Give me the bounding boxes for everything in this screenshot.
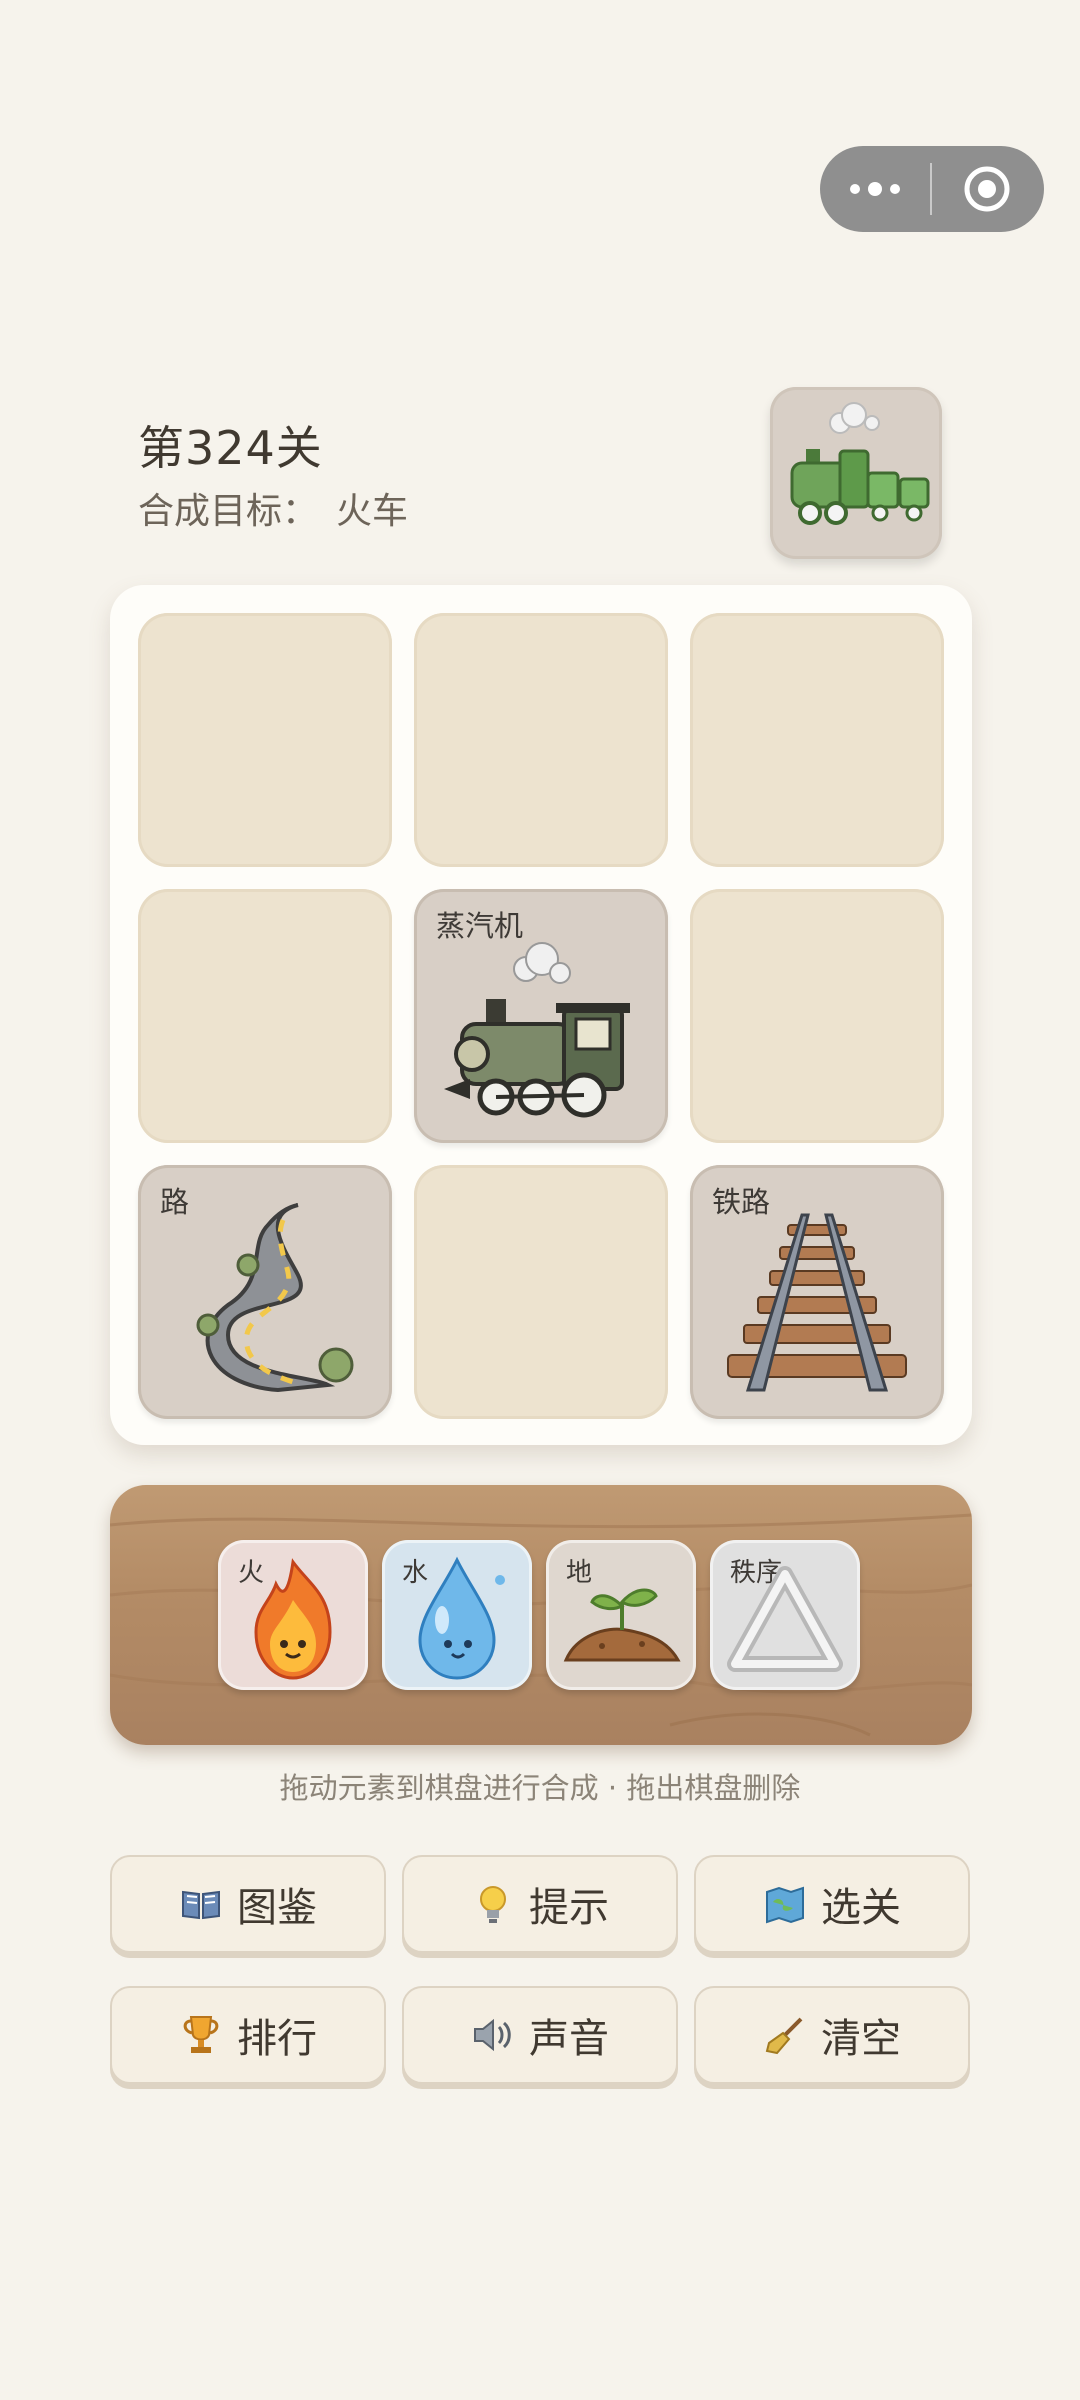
trophy-icon	[179, 2013, 223, 2057]
level-select-button[interactable]: 选关	[694, 1855, 970, 1953]
codex-label: 图鉴	[237, 1885, 317, 1931]
clear-label: 清空	[821, 2016, 901, 2062]
element-earth[interactable]: 地	[546, 1540, 696, 1690]
goal-line: 合成目标： 火车	[138, 482, 408, 534]
level-select-label: 选关	[821, 1885, 901, 1931]
triangle-icon	[727, 1566, 843, 1672]
steam-engine-icon	[444, 942, 630, 1118]
board-cell-4[interactable]	[138, 889, 392, 1143]
more-button[interactable]	[820, 146, 930, 232]
board-cell-1[interactable]	[138, 613, 392, 867]
board-cell-3[interactable]	[690, 613, 944, 867]
element-water[interactable]: 水	[382, 1540, 532, 1690]
goal-value: 火车	[336, 491, 409, 532]
level-title: 第324关	[138, 421, 323, 475]
element-tray: 火 水 地 秩序	[110, 1485, 972, 1745]
board-cell-7[interactable]: 路	[138, 1165, 392, 1419]
map-icon	[763, 1882, 807, 1926]
hint-label: 提示	[529, 1885, 609, 1931]
railway-icon	[727, 1213, 907, 1392]
close-button[interactable]	[932, 146, 1042, 232]
train-icon	[790, 402, 930, 525]
clear-button[interactable]: 清空	[694, 1986, 970, 2084]
hint-button[interactable]: 提示	[402, 1855, 678, 1953]
ranking-button[interactable]: 排行	[110, 1986, 386, 2084]
element-fire[interactable]: 火	[218, 1540, 368, 1690]
road-icon	[196, 1203, 354, 1393]
close-circle-icon	[964, 166, 1010, 212]
board-cell-8[interactable]	[414, 1165, 668, 1419]
drag-hint: 拖动元素到棋盘进行合成 · 拖出棋盘删除	[279, 1771, 801, 1805]
board-cell-9[interactable]: 铁路	[690, 1165, 944, 1419]
element-order[interactable]: 秩序	[710, 1540, 860, 1690]
merge-board: 蒸汽机 路 铁路	[110, 585, 972, 1445]
board-cell-5[interactable]: 蒸汽机	[414, 889, 668, 1143]
sound-button[interactable]: 声音	[402, 1986, 678, 2084]
board-cell-2[interactable]	[414, 613, 668, 867]
target-tile	[770, 387, 942, 559]
more-dots-icon	[850, 182, 900, 196]
miniprogram-capsule	[820, 146, 1044, 232]
earth-sprout-icon	[563, 1588, 681, 1662]
game-screen: 第324关 合成目标： 火车 蒸汽机 路 铁路 火 水 地 秩序 拖动元素到棋盘…	[0, 0, 1080, 2400]
codex-button[interactable]: 图鉴	[110, 1855, 386, 1953]
book-icon	[179, 1882, 223, 1926]
water-drop-icon	[418, 1556, 505, 1680]
sound-label: 声音	[529, 2016, 609, 2062]
board-cell-6[interactable]	[690, 889, 944, 1143]
broom-icon	[763, 2013, 807, 2057]
lightbulb-icon	[471, 1882, 515, 1926]
ranking-label: 排行	[237, 2016, 317, 2062]
speaker-icon	[471, 2013, 515, 2057]
goal-label: 合成目标：	[138, 491, 319, 532]
fire-icon	[254, 1558, 332, 1680]
